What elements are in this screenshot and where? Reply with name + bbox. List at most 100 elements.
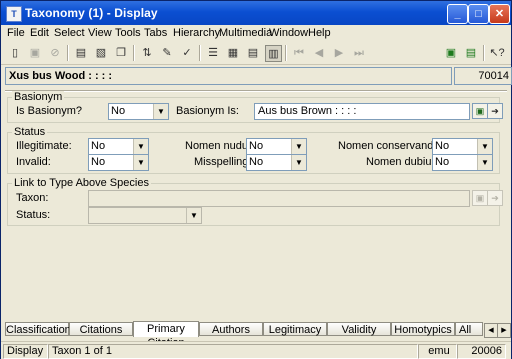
toolbar: ▯ ▣ ⊘ ▤ ▧ ❐ ⇅ ✎ ✓ ☰ ▦ ▤ ▥ ⏮ ◀ ▶ ⏭ ▣ ▤ ↖? — [1, 42, 511, 65]
record-id: 70014 — [454, 67, 512, 85]
tab-scroll-left-icon[interactable]: ◀ — [484, 323, 498, 338]
menu-view[interactable]: View — [88, 27, 112, 39]
title-bar: T Taxonomy (1) - Display _ □ ✕ — [1, 1, 511, 25]
tab-authors[interactable]: Authors — [199, 322, 263, 336]
is-basionym-select[interactable]: No ▼ — [108, 103, 169, 120]
tab-citations[interactable]: Citations — [69, 322, 133, 336]
basionym-group-title: Basionym — [12, 91, 65, 103]
chevron-down-icon[interactable]: ▼ — [133, 155, 148, 170]
table-view-icon[interactable]: ▤ — [245, 45, 261, 61]
is-basionym-label: Is Basionym? — [16, 105, 83, 117]
attach-basionym-icon[interactable]: ▣ — [472, 103, 488, 119]
goto-taxon-icon[interactable]: ➔ — [487, 190, 503, 206]
toolbar-separator — [133, 45, 135, 61]
taxon-field[interactable] — [88, 190, 470, 207]
delete-record-icon[interactable]: ▧ — [93, 45, 109, 61]
chevron-down-icon[interactable]: ▼ — [477, 139, 492, 154]
goto-basionym-icon[interactable]: ➔ — [487, 103, 503, 119]
nomen-nudum-value: No — [249, 140, 264, 152]
is-basionym-value: No — [111, 105, 126, 117]
add-record-icon[interactable]: ▤ — [73, 45, 89, 61]
tab-validity[interactable]: Validity — [327, 322, 391, 336]
invalid-select[interactable]: No ▼ — [88, 154, 149, 171]
taxonomy-window: T Taxonomy (1) - Display _ □ ✕ File Edit… — [0, 0, 512, 359]
link-status-label: Status: — [16, 209, 51, 221]
details-view-icon[interactable]: ▥ — [265, 45, 282, 62]
attach-multi-icon[interactable]: ▤ — [463, 45, 479, 61]
tab-all-synonyms[interactable]: All Sy — [455, 322, 483, 336]
edit-icon[interactable]: ✎ — [159, 45, 175, 61]
menu-help[interactable]: Help — [308, 27, 331, 39]
toolbar-separator — [199, 45, 201, 61]
new-icon[interactable]: ▯ — [7, 45, 23, 61]
record-bar: Xus bus Wood : : : : 70014 — [5, 67, 512, 87]
tab-legitimacy[interactable]: Legitimacy — [263, 322, 327, 336]
tab-scroll-right-icon[interactable]: ▶ — [497, 323, 511, 338]
status-group-title: Status — [12, 126, 48, 138]
help-icon[interactable]: ↖? — [489, 45, 505, 61]
menu-bar: File Edit Select View Tools Tabs Hierarc… — [1, 25, 511, 42]
illegitimate-value: No — [91, 140, 106, 152]
chevron-down-icon[interactable]: ▼ — [291, 155, 306, 170]
menu-hierarchy[interactable]: Hierarchy — [173, 27, 220, 39]
basionym-is-label: Basionym Is: — [176, 105, 239, 117]
status-user: emu — [418, 344, 457, 359]
menu-edit[interactable]: Edit — [30, 27, 49, 39]
first-icon[interactable]: ⏮ — [291, 45, 307, 61]
tabs-bar: Classification Citations Primary Citatio… — [1, 321, 511, 349]
close-button[interactable]: ✕ — [489, 4, 510, 24]
attach-taxon-icon[interactable]: ▣ — [472, 190, 488, 206]
sort-icon[interactable]: ⇅ — [139, 45, 155, 61]
link-type-group: Link to Type Above Species Taxon: ▣ ➔ St… — [7, 177, 503, 226]
menu-multimedia[interactable]: Multimedia — [219, 27, 272, 39]
attach-icon[interactable]: ▣ — [443, 45, 459, 61]
menu-tabs[interactable]: Tabs — [144, 27, 167, 39]
chevron-down-icon[interactable]: ▼ — [477, 155, 492, 170]
maximize-button[interactable]: □ — [468, 4, 489, 24]
chevron-down-icon[interactable]: ▼ — [153, 104, 168, 119]
save-icon[interactable]: ▣ — [27, 45, 43, 61]
spellcheck-icon[interactable]: ✓ — [179, 45, 195, 61]
tab-classification[interactable]: Classification — [5, 322, 71, 336]
app-icon: T — [6, 6, 22, 22]
taxon-label: Taxon: — [16, 192, 49, 204]
nomen-conservandum-select[interactable]: No ▼ — [432, 138, 493, 155]
cancel-icon[interactable]: ⊘ — [47, 45, 63, 61]
minimize-button[interactable]: _ — [447, 4, 468, 24]
prev-icon[interactable]: ◀ — [311, 45, 327, 61]
next-icon[interactable]: ▶ — [331, 45, 347, 61]
misspelling-label: Misspelling: — [194, 156, 252, 168]
chevron-down-icon[interactable]: ▼ — [133, 139, 148, 154]
tab-homotypics[interactable]: Homotypics — [391, 322, 455, 336]
nomen-dubium-select[interactable]: No ▼ — [432, 154, 493, 171]
last-icon[interactable]: ⏭ — [351, 45, 367, 61]
list-view-icon[interactable]: ☰ — [205, 45, 221, 61]
status-group: Status Illegitimate: No ▼ Invalid: No ▼ … — [7, 126, 500, 174]
chevron-down-icon[interactable]: ▼ — [186, 208, 201, 223]
toolbar-separator — [67, 45, 69, 61]
status-position: Taxon 1 of 1 — [48, 344, 418, 359]
menu-file[interactable]: File — [7, 27, 25, 39]
grid-view-icon[interactable]: ▦ — [225, 45, 241, 61]
status-mode: Display — [3, 344, 48, 359]
basionym-is-field[interactable]: Aus bus Brown : : : : — [254, 103, 470, 120]
chevron-down-icon[interactable]: ▼ — [291, 139, 306, 154]
nomen-nudum-select[interactable]: No ▼ — [246, 138, 307, 155]
misspelling-select[interactable]: No ▼ — [246, 154, 307, 171]
illegitimate-select[interactable]: No ▼ — [88, 138, 149, 155]
invalid-value: No — [91, 156, 106, 168]
copy-record-icon[interactable]: ❐ — [113, 45, 129, 61]
menu-select[interactable]: Select — [54, 27, 85, 39]
illegitimate-label: Illegitimate: — [16, 140, 72, 152]
link-status-select[interactable]: ▼ — [88, 207, 202, 224]
link-type-group-title: Link to Type Above Species — [12, 177, 151, 189]
basionym-group: Basionym Is Basionym? No ▼ Basionym Is: … — [7, 91, 503, 123]
toolbar-separator — [483, 45, 485, 61]
invalid-label: Invalid: — [16, 156, 51, 168]
toolbar-separator — [285, 45, 287, 61]
record-divider — [5, 90, 507, 92]
window-title: Taxonomy (1) - Display — [25, 6, 158, 20]
menu-tools[interactable]: Tools — [115, 27, 141, 39]
tab-primary-citation[interactable]: Primary Citation — [133, 321, 199, 349]
menu-window[interactable]: Window — [269, 27, 308, 39]
